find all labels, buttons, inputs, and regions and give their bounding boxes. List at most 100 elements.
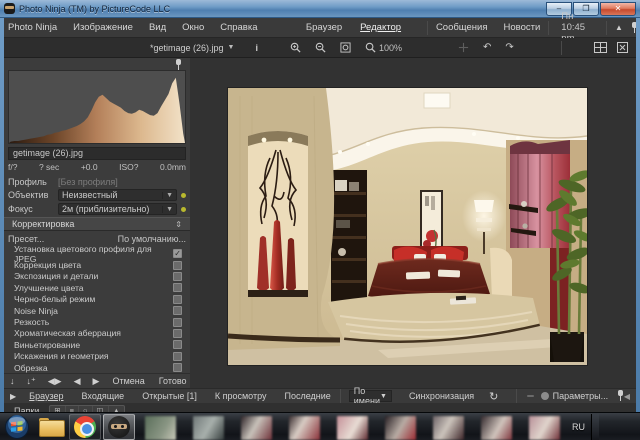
adjustment-checkbox[interactable]	[173, 352, 182, 361]
adjustment-item[interactable]: Установка цветового профиля для JPEG✓	[4, 248, 190, 259]
menu-photo-ninja[interactable]: Photo Ninja	[0, 22, 65, 33]
preset-row[interactable]: Пресет... По умолчанию...	[8, 234, 186, 244]
tab-browser[interactable]: Браузер	[297, 22, 351, 33]
redo-button[interactable]: ↷	[498, 42, 520, 53]
compare-button[interactable]: ◀▶	[42, 376, 68, 387]
next-button[interactable]: ▶	[87, 376, 106, 387]
show-desktop-button[interactable]	[591, 414, 599, 440]
profile-label: Профиль	[8, 177, 58, 187]
undo-button[interactable]: ↶	[476, 42, 498, 53]
zoom-out-button[interactable]	[308, 42, 333, 53]
focus-dropdown[interactable]: 2м (приблизительно) ▼	[58, 203, 177, 215]
windows-orb-icon	[4, 414, 30, 440]
ninja-icon	[108, 416, 130, 438]
sort-dropdown[interactable]: По имени ▼	[349, 390, 392, 402]
sync-icon[interactable]: ↻	[483, 390, 504, 403]
language-indicator[interactable]: RU	[572, 422, 585, 432]
adjustment-checkbox[interactable]	[173, 272, 182, 281]
save-down-button[interactable]: ↓	[4, 376, 21, 386]
chrome-button[interactable]	[69, 414, 101, 440]
adjustment-checkbox[interactable]	[173, 329, 182, 338]
bottom-tab-incoming[interactable]: Входящие	[73, 391, 134, 401]
adjustment-item[interactable]: Искажения и геометрия	[4, 351, 190, 362]
chevron-down-icon: ▼	[162, 192, 173, 199]
adjustment-checkbox[interactable]	[173, 283, 182, 292]
menu-image[interactable]: Изображение	[65, 22, 141, 33]
bottom-tab-recent[interactable]: Последние	[275, 391, 339, 401]
chevron-down-icon: ▼	[162, 206, 173, 213]
image-thumbnail[interactable]	[385, 416, 416, 440]
adjustment-checkbox[interactable]	[173, 318, 182, 327]
bottom-tab-open[interactable]: Открытые [1]	[133, 391, 206, 401]
adjustment-item[interactable]: Резкость	[4, 316, 190, 327]
zoom-fit-button[interactable]	[333, 42, 358, 53]
adjustment-label: Хроматическая аберрация	[14, 328, 121, 338]
image-thumbnail[interactable]	[145, 416, 176, 440]
zoom-100-icon	[365, 42, 376, 53]
focus-status-dot	[181, 207, 186, 212]
pin-icon[interactable]	[617, 390, 618, 402]
open-file-selector[interactable]: *getimage (26).jpg ▼	[150, 43, 234, 53]
pin-icon[interactable]	[631, 22, 635, 34]
pan-tool-button[interactable]	[451, 42, 476, 53]
prev-button[interactable]: ◀	[68, 376, 87, 387]
window-border-right	[636, 18, 640, 418]
info-button[interactable]: i	[248, 43, 265, 53]
adjustment-checkbox[interactable]	[173, 295, 182, 304]
adjustment-item[interactable]: Хроматическая аберрация	[4, 328, 190, 339]
image-thumbnail[interactable]	[337, 416, 368, 440]
adjustment-item[interactable]: Noise Ninja	[4, 305, 190, 316]
close-view-icon[interactable]	[617, 42, 628, 53]
params-button[interactable]: Параметры...	[544, 391, 617, 401]
zoom-in-button[interactable]	[283, 42, 308, 53]
lens-dropdown[interactable]: Неизвестный ▼	[58, 189, 177, 201]
adjustment-checkbox[interactable]	[173, 340, 182, 349]
collapse-icon[interactable]: ▲	[607, 23, 631, 32]
done-button[interactable]: Готово	[152, 376, 194, 386]
photo-ninja-button[interactable]	[103, 414, 135, 440]
menu-news[interactable]: Новости	[496, 22, 549, 33]
cancel-button[interactable]: Отмена	[105, 376, 151, 386]
adjustment-item[interactable]: Черно-белый режим	[4, 294, 190, 305]
expand-icon[interactable]: ▶	[4, 392, 20, 401]
adjustment-item[interactable]: Улучшение цвета	[4, 282, 190, 293]
save-down-plus-button[interactable]: ↓⁺	[21, 376, 42, 387]
adjustment-checkbox[interactable]	[173, 261, 182, 270]
thumbnail-size-slider[interactable]	[527, 395, 533, 397]
image-thumbnail[interactable]	[529, 416, 560, 440]
image-thumbnail[interactable]	[289, 416, 320, 440]
preset-value: По умолчанию...	[118, 234, 186, 244]
browser-bar: ▶ Браузер Входящие Открытые [1] К просмо…	[4, 388, 636, 403]
adjustment-item[interactable]: Экспозиция и детали	[4, 271, 190, 282]
adjustment-checkbox[interactable]	[173, 306, 182, 315]
image-thumbnail[interactable]	[193, 416, 224, 440]
adjustments-section-header[interactable]: Корректировка ⇕	[4, 217, 190, 231]
menu-window[interactable]: Окно	[174, 22, 212, 33]
adjustment-checkbox[interactable]	[173, 363, 182, 372]
image-thumbnail[interactable]	[481, 416, 512, 440]
zoom-100-button[interactable]: 100%	[358, 42, 409, 53]
zoom-out-icon	[315, 42, 326, 53]
grid-view-icon[interactable]	[594, 42, 607, 53]
panel-footer: ↓ ↓⁺ ◀▶ ◀ ▶ Отмена Готово	[4, 373, 190, 388]
adjustment-checkbox[interactable]: ✓	[173, 249, 182, 258]
menu-messages[interactable]: Сообщения	[428, 22, 496, 33]
image-thumbnail[interactable]	[433, 416, 464, 440]
image-thumbnail[interactable]	[241, 416, 272, 440]
exif-shutter: ? sec	[39, 162, 59, 172]
sync-button[interactable]: Синхронизация	[400, 391, 483, 401]
histogram-plot	[9, 71, 185, 143]
start-button[interactable]	[1, 414, 33, 440]
explorer-button[interactable]	[35, 414, 67, 440]
bottom-tab-review[interactable]: К просмотру	[206, 391, 276, 401]
tab-editor[interactable]: Редактор	[351, 22, 410, 33]
exif-aperture: f/?	[8, 162, 17, 172]
bottom-tab-browser[interactable]: Браузер	[20, 391, 72, 401]
bedroom-photo[interactable]	[228, 88, 587, 365]
filename-field[interactable]: getimage (26).jpg	[8, 147, 186, 160]
adjustment-item[interactable]: Обрезка	[4, 362, 190, 373]
adjustment-label: Улучшение цвета	[14, 283, 84, 293]
menu-view[interactable]: Вид	[141, 22, 174, 33]
menu-help[interactable]: Справка	[212, 22, 265, 33]
adjustment-item[interactable]: Виньетирование	[4, 339, 190, 350]
